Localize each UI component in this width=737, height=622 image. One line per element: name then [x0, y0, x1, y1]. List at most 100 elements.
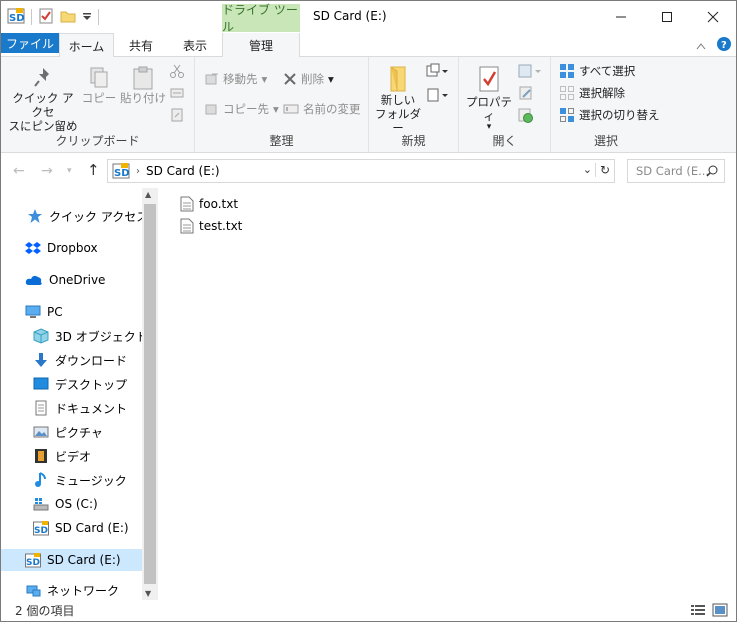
refresh-icon[interactable]: ↻	[594, 163, 610, 177]
new-group-label: 新規	[401, 134, 426, 148]
properties-qat-icon[interactable]	[38, 8, 54, 27]
pc-icon	[25, 305, 41, 318]
pin-quick-access-button[interactable]: クイック アクセ スにピン留め	[7, 65, 79, 133]
copy-path-icon[interactable]	[169, 85, 185, 101]
nav-documents[interactable]: ドキュメント	[1, 397, 127, 419]
nav-videos[interactable]: ビデオ	[1, 445, 91, 467]
nav-scrollbar-thumb[interactable]	[144, 204, 156, 584]
up-arrow-icon[interactable]: ↑	[87, 161, 100, 179]
new-folder-icon	[390, 66, 406, 92]
details-view-icon[interactable]	[690, 603, 706, 617]
sd-card-icon: SD	[33, 521, 49, 536]
explorer-window: SD ドライブ ツール SD Card (E:) ファイル ホーム 共有 表示 …	[0, 0, 737, 622]
paste-shortcut-icon[interactable]	[169, 107, 185, 123]
rename-label: 名前の変更	[303, 102, 361, 116]
maximize-icon	[662, 11, 672, 22]
collapse-ribbon-icon[interactable]	[696, 39, 706, 53]
nav-scrollbar[interactable]: ▲ ▼	[142, 188, 158, 600]
copy-to-button[interactable]: コピー先 ▾	[205, 99, 279, 119]
select-all-button[interactable]: すべて選択	[559, 61, 635, 81]
scroll-up-icon[interactable]: ▲	[145, 190, 151, 199]
copy-to-icon	[205, 104, 217, 115]
forward-arrow-icon[interactable]: →	[41, 163, 53, 179]
scroll-down-icon[interactable]: ▼	[145, 589, 151, 598]
address-bar[interactable]: SD › SD Card (E:) ⌄ ↻	[107, 159, 615, 183]
nav-sd-card-selected[interactable]: SD SD Card (E:)	[1, 549, 142, 571]
nav-network[interactable]: ネットワーク	[1, 581, 119, 599]
help-icon[interactable]: ?	[716, 36, 732, 55]
nav-sd-card-selected-label: SD Card (E:)	[47, 553, 121, 567]
nav-network-label: ネットワーク	[47, 583, 120, 598]
ribbon-controls: ?	[696, 36, 732, 55]
nav-quick-access[interactable]: クイック アクセス	[1, 205, 148, 227]
open-icon[interactable]	[517, 63, 543, 79]
nav-sd-card-sub-label: SD Card (E:)	[55, 521, 129, 535]
select-all-icon	[560, 64, 574, 78]
nav-dropbox[interactable]: Dropbox	[1, 237, 98, 259]
new-folder-qat-icon[interactable]	[60, 8, 76, 27]
nav-pictures-label: ピクチャ	[55, 425, 103, 440]
tab-home[interactable]: ホーム	[59, 33, 114, 58]
recent-locations-icon[interactable]: ▾	[67, 166, 72, 176]
nav-videos-label: ビデオ	[55, 449, 92, 464]
nav-os-drive[interactable]: OS (C:)	[1, 493, 98, 515]
window-title: SD Card (E:)	[313, 9, 387, 23]
back-arrow-icon[interactable]: ←	[13, 163, 25, 179]
tab-file[interactable]: ファイル	[1, 33, 59, 53]
copy-label: コピー	[81, 91, 117, 105]
nav-3d-objects[interactable]: 3D オブジェクト	[1, 325, 148, 347]
nav-desktop[interactable]: デスクトップ	[1, 373, 127, 395]
nav-pc[interactable]: PC	[1, 301, 63, 323]
move-to-icon	[205, 73, 218, 85]
file-name: test.txt	[199, 219, 243, 233]
paste-button[interactable]: 貼り付け	[119, 65, 167, 105]
new-folder-label-1: 新しい	[380, 93, 416, 107]
drive-tools-header: ドライブ ツール	[222, 3, 300, 34]
customize-qat-icon[interactable]	[82, 10, 92, 24]
nav-onedrive[interactable]: OneDrive	[1, 269, 105, 291]
tab-share[interactable]: 共有	[114, 33, 168, 57]
rename-button[interactable]: 名前の変更	[283, 99, 361, 119]
nav-pictures[interactable]: ピクチャ	[1, 421, 103, 443]
new-item-icon[interactable]	[425, 63, 449, 79]
nav-dropbox-label: Dropbox	[47, 241, 98, 255]
sd-card-icon: SD	[7, 7, 25, 28]
large-icons-view-icon[interactable]	[712, 603, 728, 617]
properties-button[interactable]: プロパティ ▾	[461, 65, 517, 132]
nav-sd-card-sub[interactable]: SD SD Card (E:)	[1, 517, 129, 539]
invert-selection-button[interactable]: 選択の切り替え	[559, 105, 660, 125]
breadcrumb-chevron-icon[interactable]: ›	[136, 166, 140, 177]
file-item[interactable]: foo.txt	[180, 194, 238, 214]
easy-access-icon[interactable]	[425, 87, 449, 103]
history-icon[interactable]	[517, 107, 535, 123]
cut-icon[interactable]	[169, 63, 185, 79]
copy-to-dropdown-icon: ▾	[273, 102, 279, 116]
search-box[interactable]: SD Card (E...	[627, 159, 725, 183]
close-button[interactable]	[690, 1, 736, 32]
svg-text:SD: SD	[34, 526, 48, 536]
select-none-icon	[560, 86, 574, 100]
nav-music[interactable]: ミュージック	[1, 469, 127, 491]
copy-button[interactable]: コピー	[81, 65, 117, 105]
select-none-button[interactable]: 選択解除	[559, 83, 625, 103]
sd-card-icon: SD	[25, 553, 41, 568]
maximize-button[interactable]	[644, 1, 690, 32]
minimize-button[interactable]	[598, 1, 644, 32]
delete-button[interactable]: 削除 ▾	[283, 69, 334, 89]
paste-label: 貼り付け	[120, 91, 166, 105]
file-item[interactable]: test.txt	[180, 216, 242, 236]
nav-3d-objects-label: 3D オブジェクト	[55, 329, 148, 344]
cube-icon	[33, 328, 49, 344]
new-folder-button[interactable]: 新しい フォルダー	[373, 63, 423, 135]
edit-icon[interactable]	[517, 85, 535, 101]
tab-manage[interactable]: 管理	[222, 33, 300, 57]
move-to-button[interactable]: 移動先 ▾	[205, 69, 267, 89]
open-small-icons	[517, 63, 543, 123]
nav-downloads[interactable]: ダウンロード	[1, 349, 127, 371]
address-dropdown-icon[interactable]: ⌄	[583, 163, 592, 176]
group-open: プロパティ ▾ 開く	[459, 57, 551, 153]
group-new: 新しい フォルダー 新規	[369, 57, 459, 153]
tab-view[interactable]: 表示	[168, 33, 222, 57]
navigation-pane: クイック アクセス Dropbox OneDrive PC 3D オブジェクト …	[1, 188, 158, 600]
text-file-icon	[180, 196, 194, 212]
